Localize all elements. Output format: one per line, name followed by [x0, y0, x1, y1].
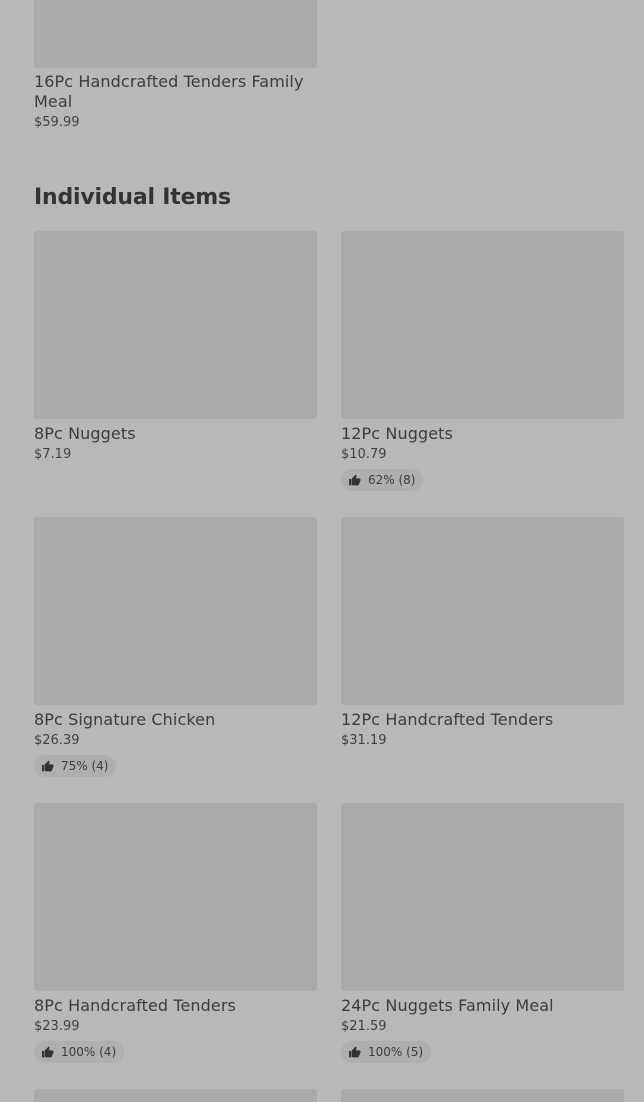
thumbs-up-icon	[349, 1046, 361, 1057]
menu-item-name: 12Pc Handcrafted Tenders	[341, 710, 554, 729]
menu-item-price: $7.19	[34, 447, 72, 462]
menu-item-card[interactable]: 24Pc Nuggets Family Meal $21.59 100% (5)	[341, 803, 624, 1063]
rating-badge: 62% (8)	[341, 469, 424, 491]
thumbs-up-icon	[349, 474, 361, 485]
menu-item-name: 8Pc Signature Chicken	[34, 710, 216, 729]
menu-item-card[interactable]: 12Pc Handcrafted Tenders $31.19	[341, 517, 624, 749]
menu-item-name: 16Pc Handcrafted Tenders Family Meal	[34, 72, 304, 111]
menu-item-image	[34, 231, 317, 419]
thumbs-up-icon	[42, 1046, 54, 1057]
menu-item-image	[34, 517, 317, 705]
menu-item-image	[34, 0, 317, 68]
menu-item-image	[34, 803, 317, 991]
menu-item-image	[341, 803, 624, 991]
thumbs-up-icon	[42, 760, 54, 771]
menu-item-name: 12Pc Nuggets	[341, 424, 453, 443]
menu-item-image[interactable]	[341, 1089, 624, 1102]
menu-item-name: 8Pc Nuggets	[34, 424, 136, 443]
menu-item-card[interactable]: 8Pc Nuggets $7.19	[34, 231, 317, 463]
menu-item-image[interactable]	[34, 1089, 317, 1102]
menu-item-price: $31.19	[341, 733, 387, 748]
menu-item-name: 8Pc Handcrafted Tenders	[34, 996, 236, 1015]
menu-item-image	[341, 517, 624, 705]
rating-text: 75% (4)	[61, 759, 109, 773]
menu-item-price: $10.79	[341, 447, 387, 462]
rating-text: 62% (8)	[368, 473, 416, 487]
rating-text: 100% (5)	[368, 1045, 424, 1059]
rating-badge: 75% (4)	[34, 755, 117, 777]
menu-item-price: $26.39	[34, 733, 80, 748]
menu-item-card[interactable]: 16Pc Handcrafted Tenders Family Meal $59…	[34, 0, 317, 131]
menu-item-card[interactable]: 8Pc Handcrafted Tenders $23.99 100% (4)	[34, 803, 317, 1063]
menu-item-name: 24Pc Nuggets Family Meal	[341, 996, 554, 1015]
menu-item-card[interactable]: 12Pc Nuggets $10.79 62% (8)	[341, 231, 624, 491]
rating-text: 100% (4)	[61, 1045, 117, 1059]
menu-item-image	[341, 231, 624, 419]
menu-page: 16Pc Handcrafted Tenders Family Meal $59…	[0, 0, 644, 1102]
menu-item-price: $21.59	[341, 1019, 387, 1034]
menu-item-price: $59.99	[34, 115, 80, 130]
rating-badge: 100% (5)	[341, 1041, 432, 1063]
section-title: Individual Items	[34, 185, 231, 210]
menu-item-card[interactable]: 8Pc Signature Chicken $26.39 75% (4)	[34, 517, 317, 777]
menu-item-price: $23.99	[34, 1019, 80, 1034]
rating-badge: 100% (4)	[34, 1041, 125, 1063]
